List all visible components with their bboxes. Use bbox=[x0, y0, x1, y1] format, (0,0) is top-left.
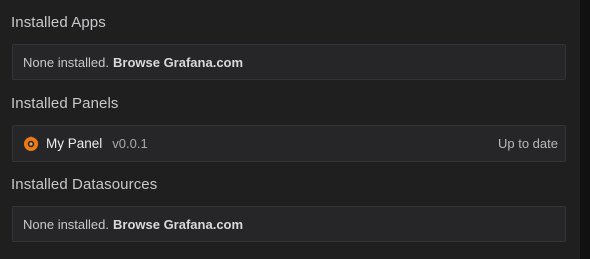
installed-apps-card: None installed. Browse Grafana.com bbox=[12, 44, 566, 80]
datasources-browse-grafana-link[interactable]: Browse Grafana.com bbox=[113, 217, 243, 232]
installed-datasources-card: None installed. Browse Grafana.com bbox=[12, 206, 566, 242]
plugin-update-status: Up to date bbox=[498, 136, 558, 151]
plugin-version: v0.0.1 bbox=[112, 136, 148, 151]
apps-browse-grafana-link[interactable]: Browse Grafana.com bbox=[113, 55, 243, 70]
panel-plugin-row[interactable]: My Panel v0.0.1 Up to date bbox=[12, 125, 566, 162]
plugins-page: Installed Apps None installed. Browse Gr… bbox=[0, 0, 580, 259]
installed-panels-heading: Installed Panels bbox=[11, 95, 119, 112]
scrollbar-track[interactable] bbox=[580, 0, 590, 259]
datasources-none-installed-text: None installed. bbox=[23, 216, 109, 232]
installed-apps-heading: Installed Apps bbox=[11, 14, 106, 31]
plugin-name-link[interactable]: My Panel bbox=[46, 136, 102, 151]
installed-datasources-heading: Installed Datasources bbox=[11, 176, 158, 193]
apps-none-installed-text: None installed. bbox=[23, 54, 109, 70]
grafana-plugin-icon bbox=[22, 135, 40, 153]
